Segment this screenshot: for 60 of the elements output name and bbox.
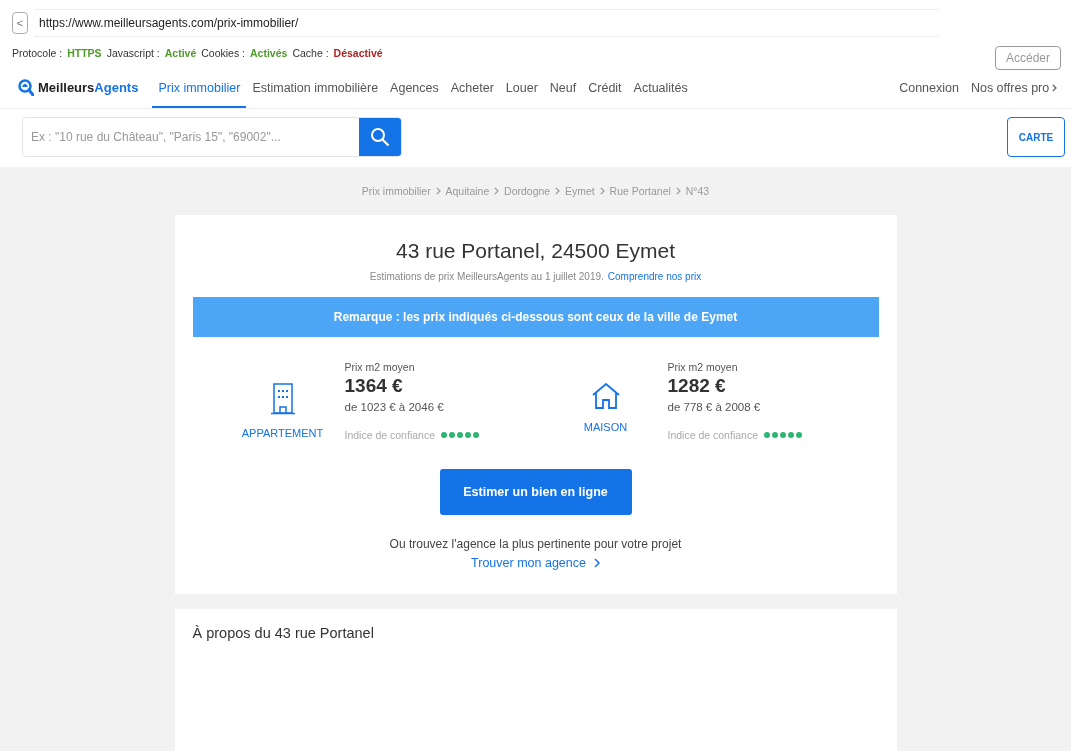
- map-button[interactable]: CARTE: [1007, 117, 1065, 157]
- status-label: Cookies :: [201, 47, 246, 59]
- nav-link[interactable]: Prix immobilier: [152, 67, 247, 108]
- price-label: Prix m2 moyen: [344, 361, 416, 373]
- about-title: À propos du 43 rue Portanel: [192, 625, 375, 641]
- logo-text[interactable]: MeilleursAgents: [38, 80, 139, 95]
- property-type: APPARTEMENT: [241, 427, 324, 439]
- estimate-date-text: Estimations de prix MeilleursAgents au 1 juillet 2019.: [369, 271, 604, 282]
- breadcrumb-link[interactable]: Dordogne: [504, 185, 551, 197]
- search-button[interactable]: [359, 118, 401, 156]
- confidence-label: Indice de confiance: [667, 429, 758, 441]
- search-icon: [370, 127, 390, 147]
- prices-link[interactable]: Comprendre nos prix: [607, 271, 702, 282]
- nav-link[interactable]: Louer: [499, 67, 544, 108]
- nav-link[interactable]: Neuf: [543, 67, 583, 108]
- status-label: Cache :: [292, 47, 329, 59]
- property-type: MAISON: [583, 421, 628, 433]
- breadcrumb-link[interactable]: Prix immobilier: [361, 185, 431, 197]
- chevron-icon: [435, 187, 441, 195]
- search-field[interactable]: Ex : "10 rue du Château", "Paris 15", "69002"...: [22, 117, 402, 157]
- header-link[interactable]: Nos offres pro: [964, 67, 1063, 108]
- building-icon: [270, 383, 295, 415]
- status-value: HTTPS: [67, 47, 102, 59]
- address-title: 43 rue Portanel, 24500 Eymet: [396, 239, 675, 263]
- price-label: Prix m2 moyen: [667, 361, 739, 373]
- breadcrumb-link[interactable]: Eymet: [565, 185, 595, 197]
- nav-link[interactable]: Estimation immobilière: [246, 67, 385, 108]
- status-label: Protocole :: [12, 47, 63, 59]
- notice-banner: Remarque : les prix indiqués ci-dessous sont ceux de la ville de Eymet: [192, 297, 879, 337]
- estimate-button[interactable]: Estimer un bien en ligne: [439, 469, 632, 515]
- nav-link[interactable]: Crédit: [582, 67, 628, 108]
- back-button[interactable]: <: [12, 12, 28, 34]
- price-value: 1282 €: [667, 375, 727, 397]
- nav-link[interactable]: Agences: [384, 67, 445, 108]
- breadcrumb-link[interactable]: Aquitaine: [445, 185, 490, 197]
- status-label: Javascript :: [106, 47, 160, 59]
- logo-icon: [18, 79, 34, 96]
- find-agency-link[interactable]: Trouver mon agence: [471, 556, 600, 570]
- confidence-label: Indice de confiance: [344, 429, 435, 441]
- url-field[interactable]: https://www.meilleursagents.com/prix-immobilier/: [34, 9, 939, 37]
- status-value: Activé: [164, 47, 197, 59]
- house-icon: [591, 383, 620, 409]
- chevron-icon: [494, 187, 500, 195]
- status-value: Activés: [250, 47, 288, 59]
- chevron-icon: [555, 187, 560, 195]
- price-range: de 778 € à 2008 €: [667, 401, 762, 413]
- breadcrumb-link[interactable]: N°43: [685, 185, 710, 197]
- header-link[interactable]: Connexion: [893, 67, 965, 108]
- status-value: Désactivé: [333, 47, 383, 59]
- price-value: 1364 €: [344, 375, 404, 397]
- nav-link[interactable]: Acheter: [444, 67, 500, 108]
- chevron-icon: [675, 187, 681, 195]
- go-button[interactable]: Accéder: [994, 46, 1061, 70]
- chevron-icon: [1052, 83, 1057, 92]
- agency-text: Ou trouvez l'agence la plus pertinente pour votre projet: [389, 537, 682, 551]
- chevron-icon: [593, 558, 600, 568]
- price-range: de 1023 € à 2046 €: [344, 401, 445, 413]
- nav-link[interactable]: Actualités: [627, 67, 694, 108]
- breadcrumb-link[interactable]: Rue Portanel: [609, 185, 671, 197]
- chevron-icon: [599, 187, 605, 195]
